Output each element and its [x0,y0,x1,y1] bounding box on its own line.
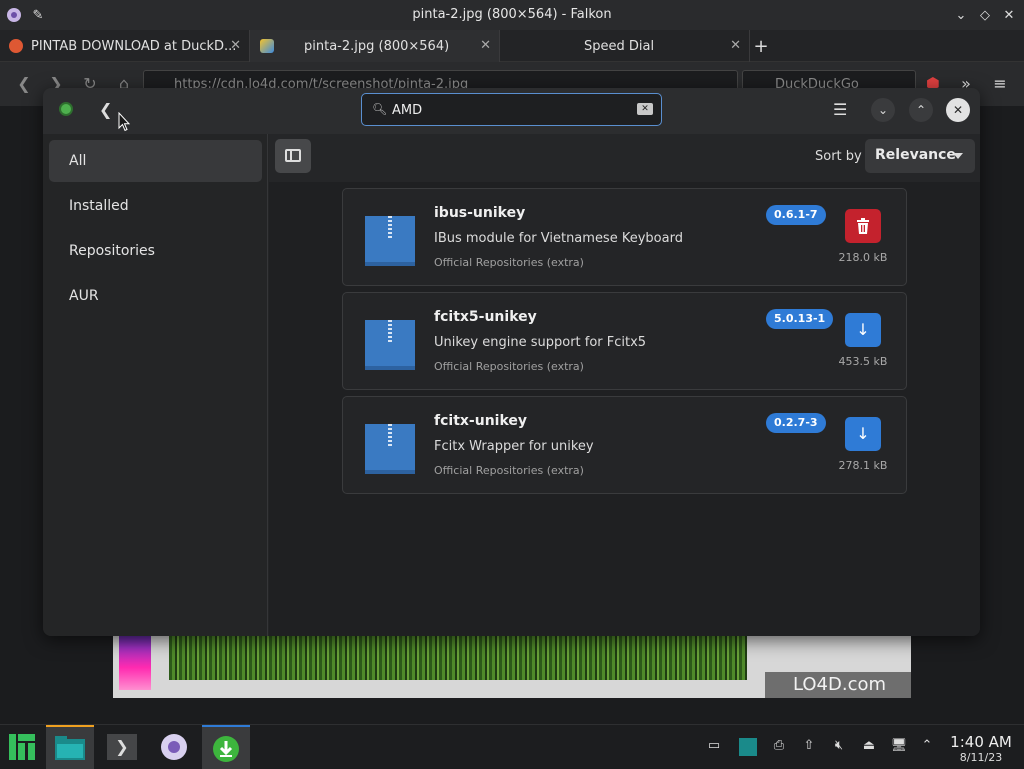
clear-search-icon[interactable]: ✕ [637,103,653,115]
app-logo-icon [59,102,73,116]
version-badge: 0.6.1-7 [766,205,826,225]
version-badge: 5.0.13-1 [766,309,834,329]
package-description: Unikey engine support for Fcitx5 [434,335,647,350]
software-install-icon [213,736,239,762]
duckduckgo-icon [9,39,23,53]
updates-icon[interactable]: ⇧ [800,738,818,756]
sidebar-item-repositories[interactable]: Repositories [49,230,262,272]
package-list-area: Sort by Relevance ibus-unikey IBus modul… [269,134,980,636]
package-search-box[interactable]: 🔍︎ ✕ [361,93,662,126]
tab-close-icon[interactable]: ✕ [230,38,241,53]
version-badge: 0.2.7-3 [766,413,826,433]
install-package-button[interactable]: ↓ [845,313,881,347]
tab-pintab-download[interactable]: PINTAB DOWNLOAD at DuckD... ✕ [0,30,250,62]
back-button[interactable]: ❮ [99,100,112,119]
archive-package-icon [365,424,415,474]
folder-icon [55,736,85,760]
mouse-cursor-icon [118,112,130,132]
minimize-app-icon[interactable]: ⌄ [871,98,895,122]
show-desktop-icon[interactable]: ▭ [705,738,723,756]
network-icon[interactable]: 🖥︎ [890,738,908,756]
clock-date[interactable]: 8/11/23 [946,751,1016,764]
close-app-icon[interactable]: ✕ [946,98,970,122]
package-description: Fcitx Wrapper for unikey [434,439,594,454]
maximize-icon[interactable]: ◇ [976,6,994,24]
package-name: fcitx5-unikey [434,309,537,325]
sidebar-toggle-button[interactable] [275,139,311,173]
category-sidebar: All Installed Repositories AUR [43,134,268,636]
tab-label: pinta-2.jpg (800×564) [304,38,450,54]
app-launcher-button[interactable] [0,725,48,769]
download-arrow-icon: ↓ [856,320,870,339]
app-header: ❮ 🔍︎ ✕ ☰ ⌄ ⌃ ✕ [43,88,980,134]
tab-label: Speed Dial [584,38,655,54]
package-size: 278.1 kB [838,459,888,472]
tray-expand-icon[interactable]: ⌃ [918,738,936,756]
sidebar-item-installed[interactable]: Installed [49,185,262,227]
package-manager-task[interactable] [202,725,250,769]
sort-label: Sort by [815,149,862,164]
sidebar-panel-icon [285,149,301,162]
sort-dropdown[interactable]: Relevance [865,139,975,173]
search-icon: 🔍︎ [372,102,388,116]
usb-device-icon[interactable]: ⏏ [860,738,878,756]
list-toolbar: Sort by Relevance [269,134,980,182]
minimize-icon[interactable]: ⌄ [952,6,970,24]
package-size: 218.0 kB [838,251,888,264]
volume-muted-icon[interactable]: 🔇︎ [830,738,848,756]
remove-package-button[interactable] [845,209,881,243]
window-title: pinta-2.jpg (800×564) - Falkon [412,7,612,22]
package-repository: Official Repositories (extra) [434,464,584,477]
trash-icon [857,218,869,234]
hamburger-menu-icon[interactable]: ≡ [990,74,1010,94]
tab-speed-dial[interactable]: Speed Dial ✕ [500,30,750,62]
color-palette [119,634,151,690]
image-favicon-icon [260,39,274,53]
falkon-browser-icon [161,734,187,760]
clock-time[interactable]: 1:40 AM [946,733,1016,751]
background-image-page: LO4D.com [113,630,911,698]
new-tab-button[interactable]: + [750,30,772,62]
sort-value: Relevance [875,147,956,163]
sidebar-item-all[interactable]: All [49,140,262,182]
package-manager-window: ❮ 🔍︎ ✕ ☰ ⌄ ⌃ ✕ All Installed Repositorie… [43,88,980,636]
package-repository: Official Repositories (extra) [434,360,584,373]
workspace-icon[interactable] [739,738,757,756]
lo4d-watermark: LO4D.com [765,672,911,698]
install-package-button[interactable]: ↓ [845,417,881,451]
taskbar: ❯ ▭ ⎙ ⇧ 🔇︎ ⏏ 🖥︎ ⌃ 1:40 AM 8/11/23 [0,724,1024,769]
tab-close-icon[interactable]: ✕ [480,38,491,53]
package-search-input[interactable] [392,100,622,120]
close-window-icon[interactable]: ✕ [1000,6,1018,24]
falkon-task[interactable] [150,725,198,769]
app-menu-icon[interactable]: ☰ [833,100,855,120]
sidebar-item-aur[interactable]: AUR [49,275,262,317]
maximize-app-icon[interactable]: ⌃ [909,98,933,122]
file-manager-task[interactable] [46,725,94,769]
package-name: ibus-unikey [434,205,526,221]
package-card[interactable]: fcitx5-unikey Unikey engine support for … [342,292,907,390]
package-card[interactable]: fcitx-unikey Fcitx Wrapper for unikey Of… [342,396,907,494]
terminal-task[interactable]: ❯ [98,725,146,769]
package-card[interactable]: ibus-unikey IBus module for Vietnamese K… [342,188,907,286]
package-size: 453.5 kB [838,355,888,368]
grass-image [169,634,747,680]
package-description: IBus module for Vietnamese Keyboard [434,231,683,246]
download-arrow-icon: ↓ [856,424,870,443]
archive-package-icon [365,216,415,266]
back-icon[interactable]: ❮ [14,74,34,94]
tab-close-icon[interactable]: ✕ [730,38,741,53]
package-repository: Official Repositories (extra) [434,256,584,269]
manjaro-logo-icon [9,734,35,760]
tab-pinta-image[interactable]: pinta-2.jpg (800×564) ✕ [250,30,500,62]
tab-bar: PINTAB DOWNLOAD at DuckD... ✕ pinta-2.jp… [0,30,1024,62]
archive-package-icon [365,320,415,370]
chevron-down-icon [953,153,963,159]
tab-label: PINTAB DOWNLOAD at DuckD... [31,38,237,54]
browser-titlebar: ✎ pinta-2.jpg (800×564) - Falkon ⌄ ◇ ✕ [0,0,1024,30]
terminal-icon: ❯ [107,734,137,760]
package-name: fcitx-unikey [434,413,528,429]
clipboard-icon[interactable]: ⎙ [770,738,788,756]
